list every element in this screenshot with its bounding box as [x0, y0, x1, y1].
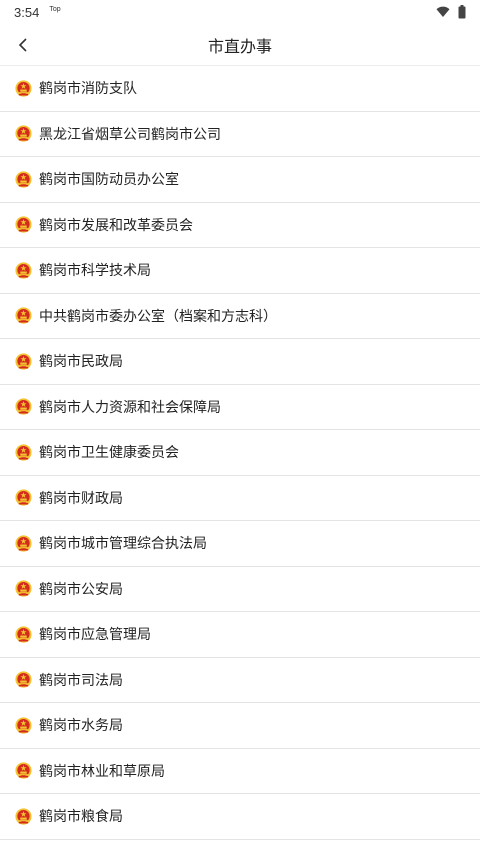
list-item-label: 鹤岗市公安局 [39, 581, 123, 598]
app-bar: 市直办事 [0, 24, 480, 66]
list-item[interactable]: 鹤岗市人力资源和社会保障局 [0, 385, 480, 430]
national-emblem-icon [15, 125, 32, 142]
list-item[interactable]: 中共鹤岗市委办公室（档案和方志科） [0, 294, 480, 339]
list-item[interactable]: 鹤岗市司法局 [0, 658, 480, 703]
list-item-label: 鹤岗市科学技术局 [39, 263, 151, 280]
national-emblem-icon [15, 353, 32, 370]
status-top-tag: Top [49, 5, 61, 13]
list-item[interactable]: 鹤岗市林业和草原局 [0, 749, 480, 794]
page-title: 市直办事 [207, 36, 272, 56]
national-emblem-icon [15, 171, 32, 188]
list-item-label: 鹤岗市民政局 [39, 354, 123, 371]
list-item[interactable]: 鹤岗市消防支队 [0, 66, 480, 112]
list-item-label: 鹤岗市城市管理综合执法局 [39, 536, 207, 553]
list-item-label: 鹤岗市粮食局 [39, 809, 123, 826]
status-icons [436, 5, 466, 19]
list-item-label: 鹤岗市发展和改革委员会 [39, 217, 193, 234]
national-emblem-icon [15, 80, 32, 97]
list-item-label: 中共鹤岗市委办公室（档案和方志科） [39, 308, 277, 325]
national-emblem-icon [15, 580, 32, 597]
national-emblem-icon [15, 398, 32, 415]
wifi-icon [436, 6, 450, 17]
list-item-label: 鹤岗市水务局 [39, 718, 123, 735]
list-item[interactable]: 鹤岗市水务局 [0, 703, 480, 749]
list-item[interactable]: 鹤岗市城市管理综合执法局 [0, 521, 480, 567]
list-item-label: 鹤岗市消防支队 [39, 81, 137, 98]
list-item[interactable]: 黑龙江省烟草公司鹤岗市公司 [0, 112, 480, 157]
status-bar: 3:54 Top [0, 0, 480, 24]
national-emblem-icon [15, 671, 32, 688]
list-item[interactable]: 鹤岗市民政局 [0, 339, 480, 385]
list-item[interactable]: 鹤岗市卫生健康委员会 [0, 430, 480, 476]
list-item[interactable]: 鹤岗市国防动员办公室 [0, 157, 480, 203]
battery-icon [458, 5, 466, 19]
list-item-label: 鹤岗市卫生健康委员会 [39, 445, 179, 462]
list-item[interactable]: 鹤岗市粮食局 [0, 794, 480, 840]
list-item-label: 鹤岗市财政局 [39, 490, 123, 507]
national-emblem-icon [15, 216, 32, 233]
national-emblem-icon [15, 808, 32, 825]
national-emblem-icon [15, 626, 32, 643]
national-emblem-icon [15, 535, 32, 552]
list-item-label: 鹤岗市人力资源和社会保障局 [39, 399, 221, 416]
list-item[interactable]: 鹤岗市财政局 [0, 476, 480, 521]
list-item-label: 鹤岗市林业和草原局 [39, 763, 165, 780]
back-button[interactable] [8, 30, 38, 60]
list-item[interactable]: 鹤岗市公安局 [0, 567, 480, 612]
list-item-label: 黑龙江省烟草公司鹤岗市公司 [39, 126, 221, 143]
department-list: 鹤岗市消防支队 黑龙江省烟草公司鹤岗市公司 鹤岗市国防动员办公室 鹤岗市发展和改… [0, 66, 480, 840]
back-arrow-icon [18, 38, 27, 52]
national-emblem-icon [15, 307, 32, 324]
national-emblem-icon [15, 444, 32, 461]
list-item[interactable]: 鹤岗市应急管理局 [0, 612, 480, 658]
national-emblem-icon [15, 489, 32, 506]
national-emblem-icon [15, 762, 32, 779]
list-item-label: 鹤岗市国防动员办公室 [39, 172, 179, 189]
status-time: 3:54 [14, 4, 40, 20]
list-item-label: 鹤岗市司法局 [39, 672, 123, 689]
list-item[interactable]: 鹤岗市科学技术局 [0, 248, 480, 294]
national-emblem-icon [15, 262, 32, 279]
list-item[interactable]: 鹤岗市发展和改革委员会 [0, 203, 480, 248]
national-emblem-icon [15, 717, 32, 734]
list-item-label: 鹤岗市应急管理局 [39, 627, 151, 644]
